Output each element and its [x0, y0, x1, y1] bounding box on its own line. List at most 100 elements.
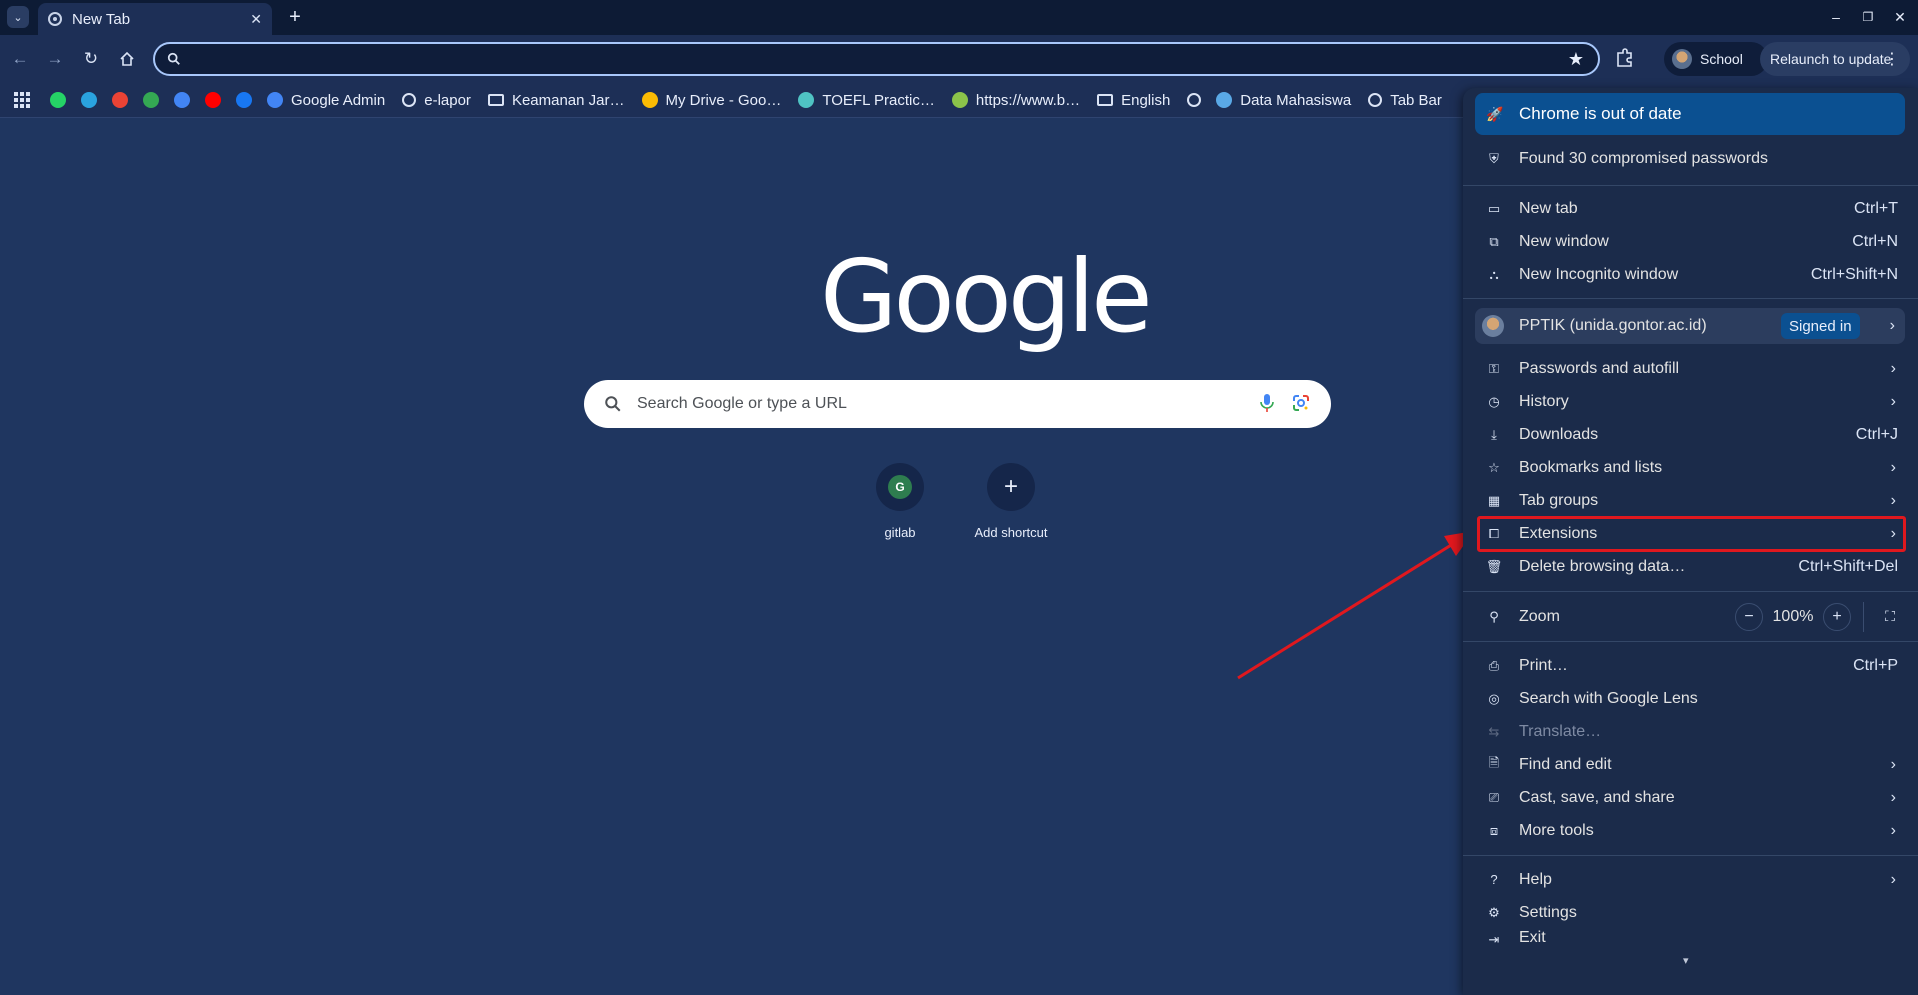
new-tab-button[interactable]: + — [283, 5, 307, 29]
profile-button[interactable]: School — [1664, 42, 1768, 76]
bookmark-item[interactable]: Google Admin — [267, 92, 385, 109]
shortcut-add[interactable]: + Add shortcut — [956, 463, 1066, 540]
restore-icon[interactable]: ❐ — [1857, 6, 1879, 28]
bookmarks-lists-item[interactable]: ☆ Bookmarks and lists › — [1463, 451, 1918, 484]
bookmark-item[interactable] — [81, 92, 97, 108]
exit-item[interactable]: ⇥ Exit — [1463, 926, 1918, 948]
lens-icon: ◎ — [1488, 690, 1500, 706]
zoom-out-button[interactable]: − — [1735, 602, 1763, 631]
tab-groups-item[interactable]: ▦ Tab groups › — [1463, 484, 1918, 517]
bookmark-item[interactable] — [236, 92, 252, 108]
history-item[interactable]: ◷ History › — [1463, 385, 1918, 418]
update-banner[interactable]: 🚀 Chrome is out of date — [1475, 93, 1905, 135]
chevron-right-icon: › — [1890, 755, 1896, 773]
bookmark-item[interactable] — [112, 92, 128, 108]
google-lens-icon[interactable] — [1291, 393, 1311, 413]
tab-search-button[interactable]: ⌄ — [7, 6, 29, 28]
bookmark-item[interactable]: Keamanan Jar… — [487, 92, 625, 109]
new-incognito-item[interactable]: ⛬ New Incognito window Ctrl+Shift+N — [1463, 258, 1918, 291]
shortcut-gitlab[interactable]: G gitlab — [845, 463, 955, 540]
new-tab-item[interactable]: ▭ New tab Ctrl+T — [1463, 192, 1918, 225]
bookmark-item[interactable]: Data Mahasiswa — [1216, 92, 1351, 109]
scroll-down-icon[interactable]: ▾ — [1683, 954, 1689, 967]
bookmark-star-icon[interactable]: ★ — [1568, 49, 1584, 70]
google-logo: Google — [820, 238, 1153, 355]
bookmark-item[interactable] — [205, 92, 221, 108]
chevron-right-icon: › — [1890, 788, 1896, 806]
asterisk-icon — [798, 92, 815, 108]
menu-divider — [1463, 641, 1918, 642]
help-item[interactable]: ? Help › — [1463, 863, 1918, 896]
search-placeholder: Search Google or type a URL — [637, 395, 847, 412]
bookmark-item[interactable] — [174, 92, 190, 108]
back-icon[interactable]: ← — [8, 47, 32, 71]
signed-in-badge: Signed in — [1781, 313, 1860, 339]
chrome-app-menu: 🚀 Chrome is out of date ⛨ Found 30 compr… — [1463, 88, 1918, 995]
close-window-icon[interactable]: ✕ — [1889, 6, 1911, 28]
relaunch-update-button[interactable]: Relaunch to update ⋮ — [1760, 42, 1910, 76]
bookmark-label: My Drive - Goo… — [665, 91, 782, 109]
apps-grid-icon[interactable] — [14, 92, 30, 108]
bookmark-item[interactable] — [143, 92, 159, 108]
zoom-in-button[interactable]: + — [1823, 602, 1851, 631]
bookmark-item[interactable]: Tab Bar — [1368, 92, 1442, 109]
voice-search-icon[interactable] — [1259, 392, 1275, 414]
cast-save-share-item[interactable]: ⎚ Cast, save, and share › — [1463, 781, 1918, 814]
search-icon — [605, 396, 621, 412]
chevron-right-icon: › — [1890, 458, 1896, 476]
chevron-right-icon: › — [1889, 317, 1895, 334]
menu-divider — [1463, 591, 1918, 592]
forward-icon[interactable]: → — [43, 47, 67, 71]
passwords-autofill-item[interactable]: ⚿ Passwords and autofill › — [1463, 352, 1918, 385]
compromised-passwords-item[interactable]: ⛨ Found 30 compromised passwords — [1463, 142, 1918, 175]
cast-save-share-label: Cast, save, and share — [1519, 788, 1675, 806]
bookmark-item[interactable] — [1187, 93, 1202, 107]
home-icon[interactable] — [115, 47, 139, 71]
find-edit-item[interactable]: 🗎 Find and edit › — [1463, 748, 1918, 781]
bookmark-item[interactable]: English — [1097, 92, 1170, 109]
add-icon: + — [1003, 473, 1018, 500]
gear-icon: ⚙ — [1488, 904, 1500, 920]
profile-item[interactable]: PPTIK (unida.gontor.ac.id) Signed in › — [1475, 308, 1905, 344]
bookmark-item[interactable]: TOEFL Practic… — [798, 92, 935, 109]
bookmark-item[interactable]: My Drive - Goo… — [641, 91, 782, 109]
reload-icon[interactable]: ↻ — [79, 47, 103, 71]
avatar — [1672, 49, 1692, 69]
delete-browsing-data-shortcut: Ctrl+Shift+Del — [1798, 557, 1898, 575]
new-window-shortcut: Ctrl+N — [1852, 232, 1898, 250]
bookmark-item[interactable]: e-lapor — [402, 92, 471, 109]
new-window-item[interactable]: ⧉ New window Ctrl+N — [1463, 225, 1918, 258]
new-window-label: New window — [1519, 232, 1609, 250]
close-tab-icon[interactable]: ✕ — [250, 11, 262, 28]
new-incognito-label: New Incognito window — [1519, 265, 1679, 283]
bookmark-item[interactable] — [50, 92, 66, 108]
extensions-puzzle-icon[interactable] — [1614, 47, 1638, 71]
zoom-item: ⚲ Zoom − 100% + ⛶ — [1463, 600, 1918, 633]
search-icon — [167, 52, 180, 65]
minimize-icon[interactable]: – — [1825, 6, 1847, 28]
star-icon: ☆ — [1488, 459, 1500, 475]
toolbox-icon: ⧈ — [1489, 822, 1499, 838]
new-tab-icon: ▭ — [1487, 200, 1501, 216]
more-tools-item[interactable]: ⧈ More tools › — [1463, 814, 1918, 847]
delete-browsing-data-item[interactable]: 🗑 Delete browsing data… Ctrl+Shift+Del — [1463, 550, 1918, 583]
passwords-autofill-label: Passwords and autofill — [1519, 359, 1680, 377]
whatsapp-icon — [50, 92, 66, 108]
ntp-search-box[interactable]: Search Google or type a URL — [584, 380, 1331, 428]
downloads-item[interactable]: ⤓ Downloads Ctrl+J — [1463, 418, 1918, 451]
chevron-right-icon: › — [1890, 491, 1896, 509]
address-bar[interactable]: ★ — [153, 42, 1600, 76]
history-label: History — [1519, 392, 1569, 410]
bookmark-label: e-lapor — [424, 91, 471, 109]
bookmark-item[interactable]: https://www.b… — [951, 92, 1080, 109]
tab-title: New Tab — [72, 10, 131, 28]
gmail-icon — [112, 92, 128, 108]
kebab-menu-icon[interactable]: ⋮ — [1884, 49, 1900, 69]
fullscreen-icon[interactable]: ⛶ — [1876, 603, 1904, 631]
print-item[interactable]: ⎙ Print… Ctrl+P — [1463, 649, 1918, 682]
settings-item[interactable]: ⚙ Settings — [1463, 896, 1918, 929]
google-lens-item[interactable]: ◎ Search with Google Lens — [1463, 682, 1918, 715]
tab-new-tab[interactable]: New Tab ✕ — [38, 3, 272, 35]
bookmark-label: Data Mahasiswa — [1240, 91, 1352, 109]
downloads-shortcut: Ctrl+J — [1855, 425, 1898, 443]
